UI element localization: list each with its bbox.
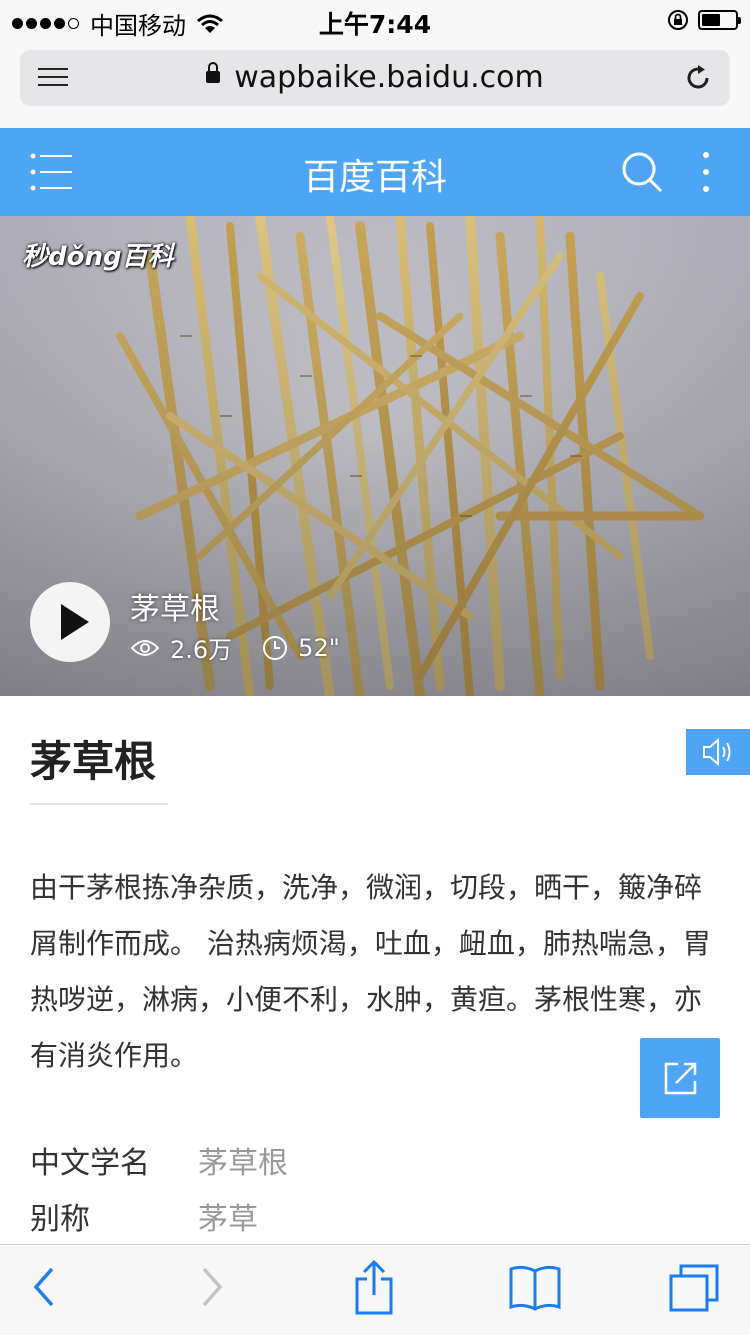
- info-key: 别称: [30, 1202, 90, 1237]
- back-icon[interactable]: [30, 1265, 60, 1309]
- forward-icon[interactable]: [196, 1265, 226, 1309]
- video-meta: 2.6万 52": [130, 630, 370, 665]
- browser-toolbar: [0, 1244, 750, 1335]
- video-title: 茅草根: [130, 592, 220, 627]
- tabs-icon[interactable]: [668, 1263, 720, 1313]
- title-divider: [30, 803, 168, 805]
- info-value: 茅草根: [198, 1146, 288, 1181]
- lock-icon: [206, 61, 221, 83]
- battery-icon: [698, 10, 741, 30]
- speaker-icon: [703, 737, 731, 767]
- status-bar: 中国移动 上午7:44: [0, 0, 750, 40]
- play-button[interactable]: [30, 582, 110, 662]
- rotation-lock-icon: [668, 10, 688, 30]
- cover-image: [0, 216, 750, 696]
- bookmarks-icon[interactable]: [508, 1263, 562, 1311]
- info-value: 茅草: [198, 1202, 258, 1237]
- site-header: 百度百科: [0, 128, 750, 216]
- share-sheet-icon[interactable]: [352, 1259, 396, 1315]
- eye-icon: [130, 639, 160, 656]
- status-right: [666, 8, 741, 32]
- search-icon[interactable]: [620, 150, 664, 194]
- share-icon: [664, 1062, 697, 1095]
- url-display[interactable]: wapbaike.baidu.com: [20, 60, 730, 95]
- info-key: 中文学名: [30, 1146, 150, 1181]
- page-title: 茅草根: [30, 737, 157, 786]
- info-row: 中文学名 茅草根: [30, 1138, 288, 1182]
- address-bar[interactable]: wapbaike.baidu.com: [20, 50, 730, 106]
- reload-icon[interactable]: [682, 62, 714, 94]
- more-icon[interactable]: [700, 150, 712, 194]
- share-button[interactable]: [640, 1038, 720, 1118]
- entry-summary: 由干茅根拣净杂质，洗净，微润，切段，晒干，簸净碎屑制作而成。 治热病烦渴，吐血，…: [30, 871, 711, 1072]
- audio-button[interactable]: [686, 729, 750, 775]
- view-count: 2.6万: [170, 636, 233, 664]
- url-text: wapbaike.baidu.com: [234, 60, 544, 95]
- video-duration: 52": [298, 633, 340, 662]
- info-row: 别称 茅草: [30, 1194, 258, 1238]
- status-time: 上午7:44: [318, 10, 432, 39]
- clock-icon: [263, 635, 288, 660]
- video-cover[interactable]: 秒dǒng百科 茅草根 2.6万 52": [0, 216, 750, 696]
- browser-address-area: wapbaike.baidu.com: [0, 40, 750, 129]
- video-watermark: 秒dǒng百科: [22, 242, 174, 272]
